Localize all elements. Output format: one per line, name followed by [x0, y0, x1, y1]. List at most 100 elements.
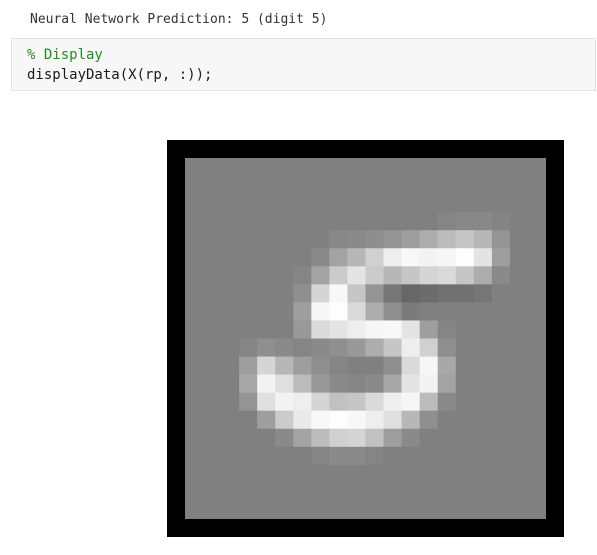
digit-pixel [203, 356, 222, 376]
digit-pixel [509, 464, 529, 484]
digit-pixel [419, 320, 439, 340]
digit-pixel [347, 464, 367, 484]
digit-pixel [473, 176, 493, 195]
digit-pixel [473, 446, 493, 466]
digit-pixel [383, 176, 403, 195]
digit-pixel [293, 230, 312, 249]
digit-pixel [473, 212, 493, 231]
digit-pixel [347, 212, 367, 231]
digit-pixel [473, 482, 493, 502]
digit-image [185, 158, 546, 519]
digit-pixel [329, 266, 349, 285]
digit-pixel [455, 284, 475, 303]
digit-pixel [257, 356, 276, 376]
digit-pixel [527, 464, 546, 484]
digit-pixel [329, 500, 349, 519]
digit-pixel [383, 284, 403, 303]
digit-pixel [275, 302, 294, 322]
digit-pixel [239, 302, 258, 322]
digit-pixel [401, 500, 421, 519]
digit-pixel [275, 374, 294, 394]
digit-pixel [509, 230, 529, 249]
digit-pixel [437, 482, 457, 502]
digit-pixel [203, 446, 222, 466]
digit-pixel [437, 320, 457, 340]
digit-pixel [437, 464, 457, 484]
digit-pixel [275, 158, 294, 177]
digit-pixel [509, 482, 529, 502]
digit-pixel [311, 194, 330, 213]
digit-pixel [221, 194, 240, 213]
digit-pixel [401, 212, 421, 231]
digit-pixel [473, 194, 493, 213]
digit-pixel [437, 500, 457, 519]
digit-pixel [293, 284, 312, 303]
digit-pixel [455, 446, 475, 466]
digit-pixel [221, 320, 240, 340]
digit-pixel [275, 266, 294, 285]
digit-pixel [383, 158, 403, 177]
digit-pixel [293, 338, 312, 358]
digit-pixel [401, 374, 421, 394]
digit-pixel [455, 302, 475, 322]
digit-pixel [275, 248, 294, 267]
digit-pixel [437, 212, 457, 231]
digit-pixel [437, 284, 457, 303]
digit-pixel [221, 266, 240, 285]
digit-pixel [491, 392, 511, 412]
digit-pixel [509, 338, 529, 358]
digit-pixel [293, 356, 312, 376]
digit-pixel [185, 464, 204, 484]
digit-pixel [419, 230, 439, 249]
digit-pixel [491, 428, 511, 448]
digit-pixel [401, 320, 421, 340]
digit-pixel [275, 446, 294, 466]
digit-pixel [491, 194, 511, 213]
digit-pixel [419, 446, 439, 466]
digit-pixel [365, 338, 385, 358]
digit-pixel [491, 338, 511, 358]
digit-pixel [185, 374, 204, 394]
digit-pixel [527, 284, 546, 303]
digit-pixel [275, 284, 294, 303]
digit-pixel [383, 482, 403, 502]
digit-pixel [257, 428, 276, 448]
digit-pixel [275, 230, 294, 249]
digit-pixel [239, 338, 258, 358]
digit-pixel [239, 392, 258, 412]
digit-pixel [329, 320, 349, 340]
digit-pixel [185, 428, 204, 448]
digit-pixel [455, 194, 475, 213]
digit-pixel [239, 500, 258, 519]
digit-pixel [221, 410, 240, 430]
digit-pixel [329, 356, 349, 376]
digit-pixel [203, 266, 222, 285]
digit-pixel [527, 212, 546, 231]
digit-pixel [347, 482, 367, 502]
digit-pixel [311, 410, 330, 430]
digit-pixel [293, 410, 312, 430]
digit-pixel [311, 428, 330, 448]
digit-pixel [347, 302, 367, 322]
digit-pixel [473, 266, 493, 285]
digit-pixel [311, 302, 330, 322]
digit-pixel [491, 248, 511, 267]
digit-pixel [473, 500, 493, 519]
digit-pixel [365, 482, 385, 502]
digit-pixel [491, 500, 511, 519]
digit-pixel [437, 410, 457, 430]
digit-pixel [437, 338, 457, 358]
digit-pixel [419, 212, 439, 231]
code-cell[interactable]: % Display displayData(X(rp, :)); [11, 38, 596, 91]
digit-pixel [221, 482, 240, 502]
digit-pixel [491, 464, 511, 484]
digit-pixel [419, 158, 439, 177]
digit-pixel [419, 338, 439, 358]
digit-pixel [347, 374, 367, 394]
digit-pixel [365, 392, 385, 412]
digit-pixel [275, 500, 294, 519]
digit-pixel [527, 320, 546, 340]
digit-pixel [239, 446, 258, 466]
digit-pixel [221, 500, 240, 519]
digit-pixel [401, 410, 421, 430]
